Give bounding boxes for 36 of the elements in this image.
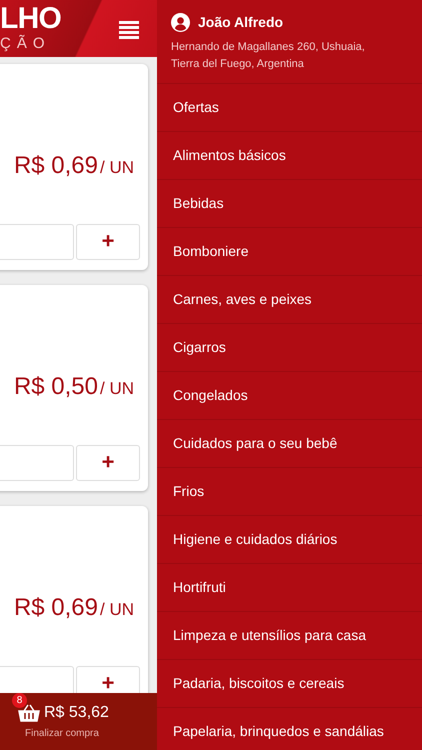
product-price: R$ 0,69 xyxy=(14,593,98,623)
user-avatar-icon xyxy=(171,13,190,32)
unit-label: / UN xyxy=(100,599,134,621)
category-item[interactable]: Higiene e cuidados diários xyxy=(157,515,422,563)
add-button[interactable]: + xyxy=(76,224,140,260)
category-item[interactable]: Congelados xyxy=(157,371,422,419)
user-name: João Alfredo xyxy=(198,13,284,32)
category-item[interactable]: Cuidados para o seu bebê xyxy=(157,419,422,467)
category-item[interactable]: Padaria, biscoitos e cereais xyxy=(157,659,422,707)
category-item[interactable]: Cigarros xyxy=(157,323,422,371)
add-button[interactable]: + xyxy=(76,666,140,693)
unit-label: / UN xyxy=(100,378,134,400)
product-price: R$ 0,50 xyxy=(14,372,98,402)
category-item[interactable]: Hortifruti xyxy=(157,563,422,611)
category-item[interactable]: Bebidas xyxy=(157,179,422,227)
category-item[interactable]: Frios xyxy=(157,467,422,515)
quantity-field[interactable] xyxy=(0,445,74,481)
menu-button[interactable] xyxy=(119,20,139,40)
product-price: R$ 0,69 xyxy=(14,151,98,181)
basket-icon xyxy=(18,704,40,722)
logo-text: LHO xyxy=(0,4,62,34)
category-item[interactable]: Alimentos básicos xyxy=(157,131,422,179)
checkout-label: Finalizar compra xyxy=(25,727,100,741)
quantity-field[interactable] xyxy=(0,224,74,260)
logo-subtitle: ÇÃO xyxy=(0,36,52,51)
cart-total: R$ 53,62 xyxy=(44,703,109,723)
add-button[interactable]: + xyxy=(76,445,140,481)
user-address: Hernando de Magallanes 260, Ushuaia, Tierra del Fuego, Argentina xyxy=(171,40,366,72)
category-item[interactable]: Bomboniere xyxy=(157,227,422,275)
category-item[interactable]: Carnes, aves e peixes xyxy=(157,275,422,323)
unit-label: / UN xyxy=(100,157,134,179)
checkout-bar[interactable]: R$ 53,62 8 Finalizar compra xyxy=(0,693,157,750)
category-item[interactable]: Ofertas xyxy=(157,83,422,131)
cart-count-badge: 8 xyxy=(12,693,27,708)
category-item[interactable]: Limpeza e utensílios para casa xyxy=(157,611,422,659)
category-item[interactable]: Papelaria, brinquedos e sandálias xyxy=(157,707,422,750)
